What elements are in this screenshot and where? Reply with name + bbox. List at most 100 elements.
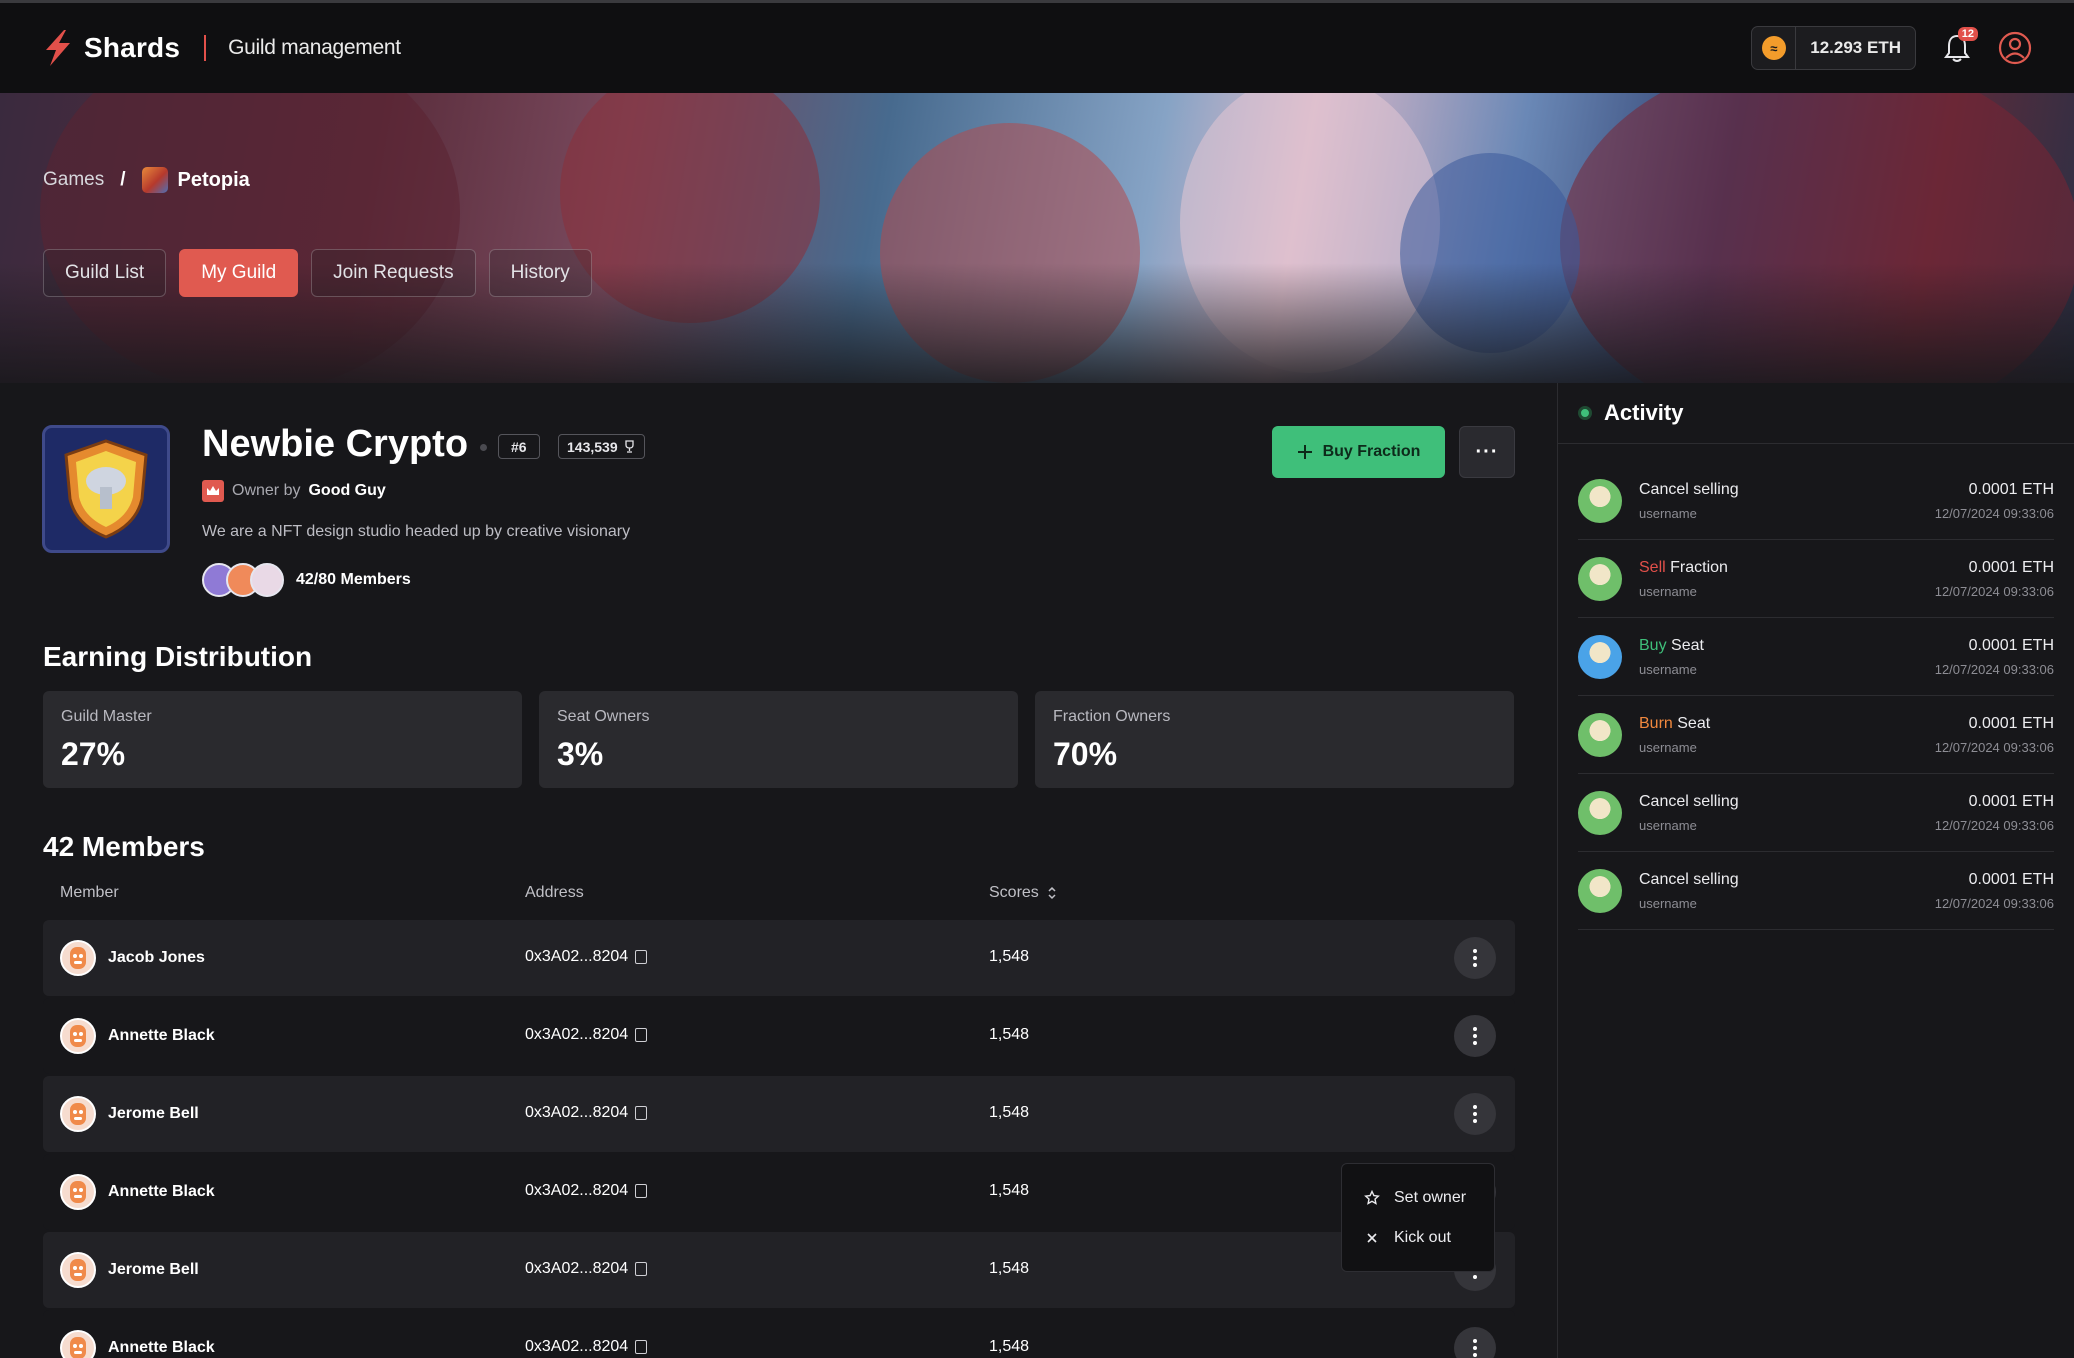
copy-icon[interactable] [635,950,648,964]
trophy-icon [624,440,634,453]
avatar [60,1018,96,1054]
activity-item[interactable]: Cancel selling username 0.0001 ETH 12/07/20… [1578,774,2054,852]
activity-action: Buy Seat [1639,637,1704,655]
member-name[interactable]: Annette Black [108,1027,215,1045]
breadcrumb-current[interactable]: Petopia [141,167,250,193]
member-name[interactable]: Annette Black [108,1183,215,1201]
tab-join-requests[interactable]: Join Requests [311,249,476,297]
member-score: 1,548 [989,948,1030,965]
set-owner-menu-item[interactable]: Set owner [1364,1178,1472,1218]
member-name[interactable]: Jacob Jones [108,949,205,967]
activity-date: 12/07/2024 09:33:06 [1934,584,2054,599]
activity-item[interactable]: Sell Fraction username 0.0001 ETH 12/07/202… [1578,540,2054,618]
member-address: 0x3A02...8204 [525,1104,629,1121]
brand-logo[interactable]: Shards Guild management [42,29,401,67]
member-address: 0x3A02...8204 [525,1182,629,1199]
earning-value: 27% [61,736,126,772]
petopia-thumbnail [141,167,168,193]
activity-item[interactable]: Cancel selling username 0.0001 ETH 12/07/20… [1578,462,2054,540]
copy-icon[interactable] [635,1106,648,1120]
earning-card-fraction-owners: Fraction Owners 70% [1035,691,1514,788]
guild-tabs: Guild List My Guild Join Requests Histor… [43,249,592,297]
row-more-button[interactable] [1454,1093,1496,1135]
column-scores[interactable]: Scores [989,884,1057,902]
copy-icon[interactable] [635,1340,648,1354]
member-cell: Annette Black [60,1174,215,1210]
activity-item[interactable]: Cancel selling username 0.0001 ETH 12/07/20… [1578,852,2054,930]
top-bar: Shards Guild management ≈ 12.293 ETH 12 [0,0,2074,93]
avatar [60,1174,96,1210]
activity-date: 12/07/2024 09:33:06 [1934,506,2054,521]
row-more-button[interactable] [1454,1015,1496,1057]
owner-name[interactable]: Good Guy [308,482,385,500]
more-options-button[interactable]: ··· [1459,426,1515,478]
notifications-button[interactable]: 12 [1942,27,1978,64]
coin-icon: ≈ [1761,36,1786,60]
row-more-button[interactable] [1454,937,1496,979]
table-row[interactable]: Annette Black 0x3A02...8204 1,548 [43,998,1515,1074]
close-icon [1367,1233,1377,1243]
activity-user: username [1639,506,1697,521]
brand-name: Shards [84,32,181,63]
activity-action: Cancel selling [1639,793,1739,811]
vertical-dots-icon [1473,1105,1477,1123]
activity-item[interactable]: Buy Seat username 0.0001 ETH 12/07/2024 09:… [1578,618,2054,696]
avatar [1578,791,1622,835]
crown-icon [202,480,224,502]
activity-date: 12/07/2024 09:33:06 [1934,896,2054,911]
earning-value: 3% [557,736,604,772]
table-row[interactable]: Jerome Bell 0x3A02...8204 1,548 [43,1232,1515,1308]
activity-action: Cancel selling [1639,871,1739,889]
copy-icon[interactable] [635,1184,648,1198]
tab-history[interactable]: History [488,249,592,297]
avatar [1578,635,1622,679]
member-name[interactable]: Annette Black [108,1339,215,1357]
avatar [60,1330,96,1358]
breadcrumb-games-link[interactable]: Games [43,169,104,191]
table-row[interactable]: Annette Black 0x3A02...8204 1,548 [43,1154,1515,1230]
member-avatar-icon [70,1103,86,1125]
member-avatar-icon [70,947,86,969]
column-member: Member [60,884,119,901]
activity-verb: Burn [1639,715,1673,732]
app-subtitle: Guild management [228,36,401,59]
vertical-dots-icon [1473,1339,1477,1357]
avatar [1578,479,1622,523]
buy-fraction-label: Buy Fraction [1322,443,1421,460]
activity-amount: 0.0001 ETH [1968,559,2054,576]
owner-prefix: Owner by [232,482,301,499]
member-score: 1,548 [989,1026,1030,1043]
user-profile-icon[interactable] [1998,31,2032,65]
wallet-balance[interactable]: ≈ 12.293 ETH [1751,26,1916,70]
activity-item[interactable]: Burn Seat username 0.0001 ETH 12/07/2024 09… [1578,696,2054,774]
activity-object: Cancel selling [1639,481,1739,498]
member-cell: Annette Black [60,1330,215,1358]
activity-user: username [1639,662,1697,677]
breadcrumb-current-label: Petopia [177,168,250,191]
copy-icon[interactable] [635,1262,648,1276]
earning-label: Seat Owners [557,708,650,725]
activity-amount: 0.0001 ETH [1968,871,2054,888]
kick-out-menu-item[interactable]: Kick out [1364,1218,1472,1258]
buy-fraction-button[interactable]: Buy Fraction [1272,426,1445,478]
notification-badge: 12 [1957,27,1978,41]
game-banner: Games / Petopia Guild List My Guild Join… [0,93,2074,383]
member-address: 0x3A02...8204 [525,948,629,965]
activity-object: Seat [1677,715,1711,732]
table-row[interactable]: Annette Black 0x3A02...8204 1,548 [43,1310,1515,1358]
tab-guild-list[interactable]: Guild List [43,249,167,297]
tab-my-guild[interactable]: My Guild [179,249,299,297]
member-name[interactable]: Jerome Bell [108,1105,199,1123]
member-avatar-icon [70,1337,86,1358]
activity-action: Cancel selling [1639,481,1739,499]
table-row[interactable]: Jerome Bell 0x3A02...8204 1,548 [43,1076,1515,1152]
copy-icon[interactable] [635,1028,648,1042]
members-summary[interactable]: 42/80 Members [202,563,411,597]
row-more-button[interactable] [1454,1327,1496,1358]
rank-badge: #6 [498,434,540,459]
table-row[interactable]: Jacob Jones 0x3A02...8204 1,548 [43,920,1515,996]
member-score: 1,548 [989,1260,1030,1277]
member-name[interactable]: Jerome Bell [108,1261,199,1279]
row-action-menu: Set owner Kick out [1341,1163,1495,1272]
address-cell: 0x3A02...8204 [525,1260,648,1278]
